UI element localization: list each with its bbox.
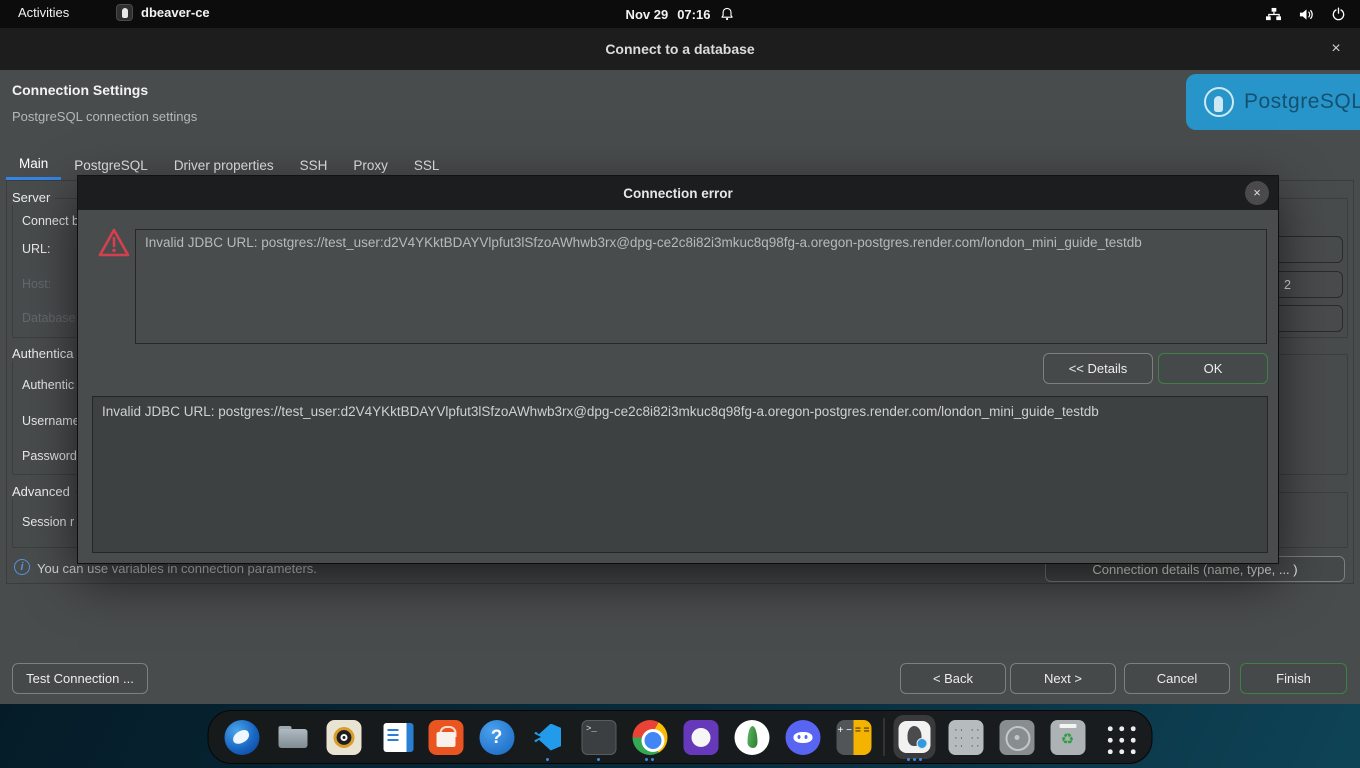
- info-icon: i: [14, 559, 30, 575]
- power-icon: [1331, 7, 1346, 22]
- session-role-label: Session r: [22, 515, 74, 529]
- variables-hint: You can use variables in connection para…: [37, 561, 317, 576]
- dbeaver-app-icon: [116, 4, 133, 21]
- running-indicator: [645, 758, 654, 761]
- dock-item-thunderbird[interactable]: [221, 712, 263, 762]
- dock-item-app-list[interactable]: ·· ···· ···· ··: [945, 712, 987, 762]
- dock-item-help[interactable]: ?: [476, 712, 518, 762]
- dock-separator: [884, 718, 885, 756]
- trash-icon: ♻: [1050, 720, 1085, 755]
- network-icon: [1265, 7, 1282, 22]
- dock-item-terminal[interactable]: >_: [578, 712, 620, 762]
- github-desktop-icon: [683, 720, 718, 755]
- date-label: Nov 29: [626, 7, 669, 22]
- clock-menu[interactable]: Nov 29 07:16: [626, 0, 735, 28]
- dock-item-discord[interactable]: [782, 712, 824, 762]
- running-indicator: [597, 758, 600, 761]
- ubuntu-software-icon: [428, 720, 463, 755]
- test-connection-button[interactable]: Test Connection ...: [12, 663, 148, 694]
- dock-item-vscode[interactable]: [527, 712, 569, 762]
- error-dialog-title: Connection error: [623, 186, 733, 201]
- help-icon: ?: [479, 720, 514, 755]
- window-title: Connect to a database: [605, 41, 754, 57]
- time-label: 07:16: [677, 7, 710, 22]
- terminal-icon: >_: [581, 720, 616, 755]
- dock-item-software[interactable]: [425, 712, 467, 762]
- page-title: Connection Settings: [12, 82, 148, 98]
- page-subtitle: PostgreSQL connection settings: [12, 109, 197, 124]
- error-dialog-titlebar[interactable]: Connection error ×: [78, 176, 1278, 210]
- bell-icon: [719, 6, 734, 22]
- calculator-plus-minus: + −: [836, 720, 854, 755]
- postgresql-elephant-icon: [1204, 87, 1234, 117]
- dock-item-files[interactable]: [272, 712, 314, 762]
- show-applications-icon: [1102, 721, 1135, 754]
- authentication-label: Authentic: [22, 378, 74, 392]
- discord-face: [793, 732, 812, 743]
- error-details-area[interactable]: Invalid JDBC URL: postgres://test_user:d…: [92, 396, 1268, 553]
- advanced-group-label: Advanced: [12, 484, 75, 499]
- host-label: Host:: [22, 277, 51, 291]
- dbeaver-icon: [899, 721, 931, 753]
- dock-item-show-apps[interactable]: [1098, 712, 1140, 762]
- running-indicator: [546, 758, 549, 761]
- calculator-icon: + −= =: [836, 720, 871, 755]
- details-toggle-button[interactable]: << Details: [1043, 353, 1153, 384]
- chrome-icon: [632, 720, 667, 755]
- error-message-box: Invalid JDBC URL: postgres://test_user:d…: [135, 229, 1267, 344]
- cancel-button[interactable]: Cancel: [1124, 663, 1230, 694]
- database-label: Database: [22, 311, 76, 325]
- app-menu[interactable]: dbeaver-ce: [116, 4, 210, 21]
- activities-button[interactable]: Activities: [18, 5, 69, 20]
- rhythmbox-icon: [326, 720, 361, 755]
- discord-icon: [785, 720, 820, 755]
- thunderbird-icon: [224, 720, 259, 755]
- system-tray[interactable]: [1265, 0, 1346, 28]
- url-label: URL:: [22, 242, 50, 256]
- calculator-equals: = =: [854, 720, 872, 755]
- mongodb-compass-icon: [734, 720, 769, 755]
- dock-item-writer[interactable]: [374, 712, 416, 762]
- next-button[interactable]: Next >: [1010, 663, 1116, 694]
- postgresql-logo: PostgreSQL: [1186, 74, 1360, 130]
- dock-item-mongodb[interactable]: [731, 712, 773, 762]
- vscode-icon: [530, 720, 565, 755]
- dock-item-calculator[interactable]: + −= =: [833, 712, 875, 762]
- dock-item-chrome[interactable]: [629, 712, 671, 762]
- tab-main[interactable]: Main: [6, 150, 61, 180]
- warning-icon: [97, 227, 131, 259]
- window-close-button[interactable]: ×: [1326, 39, 1346, 59]
- disks-icon: [999, 720, 1034, 755]
- authentication-group-label: Authentica: [12, 346, 78, 361]
- error-dialog-close-button[interactable]: ×: [1245, 181, 1269, 205]
- screen: Activities dbeaver-ce Nov 29 07:16 Conne…: [0, 0, 1360, 768]
- top-bar: Activities dbeaver-ce Nov 29 07:16: [0, 0, 1360, 28]
- finish-button[interactable]: Finish: [1240, 663, 1347, 694]
- window-titlebar[interactable]: Connect to a database ×: [0, 28, 1360, 70]
- desktop-background: ? >_ + −= = ·· ···· ···· ·· ♻: [0, 704, 1360, 768]
- files-icon: [275, 720, 310, 755]
- back-button[interactable]: < Back: [900, 663, 1006, 694]
- dock-item-disks[interactable]: [996, 712, 1038, 762]
- server-group-label: Server: [12, 190, 55, 205]
- dock-item-dbeaver[interactable]: [894, 712, 936, 762]
- postgresql-logo-text: PostgreSQL: [1244, 90, 1360, 114]
- username-label: Username: [22, 414, 80, 428]
- connection-error-dialog: Connection error × Invalid JDBC URL: pos…: [78, 176, 1278, 563]
- dock-item-trash[interactable]: ♻: [1047, 712, 1089, 762]
- active-app-highlight: [894, 715, 936, 759]
- dock-item-rhythmbox[interactable]: [323, 712, 365, 762]
- running-indicator: [907, 758, 922, 761]
- dock: ? >_ + −= = ·· ···· ···· ·· ♻: [208, 710, 1153, 764]
- app-menu-label: dbeaver-ce: [141, 5, 210, 20]
- ok-button[interactable]: OK: [1158, 353, 1268, 384]
- wizard-header: Connection Settings PostgreSQL connectio…: [0, 70, 1360, 140]
- password-label: Password: [22, 449, 77, 463]
- app-list-icon: ·· ···· ···· ··: [948, 720, 983, 755]
- volume-icon: [1298, 7, 1315, 22]
- libreoffice-writer-icon: [377, 720, 412, 755]
- connect-by-label: Connect b: [22, 214, 79, 228]
- port-value: 2: [1284, 278, 1291, 292]
- dock-item-github[interactable]: [680, 712, 722, 762]
